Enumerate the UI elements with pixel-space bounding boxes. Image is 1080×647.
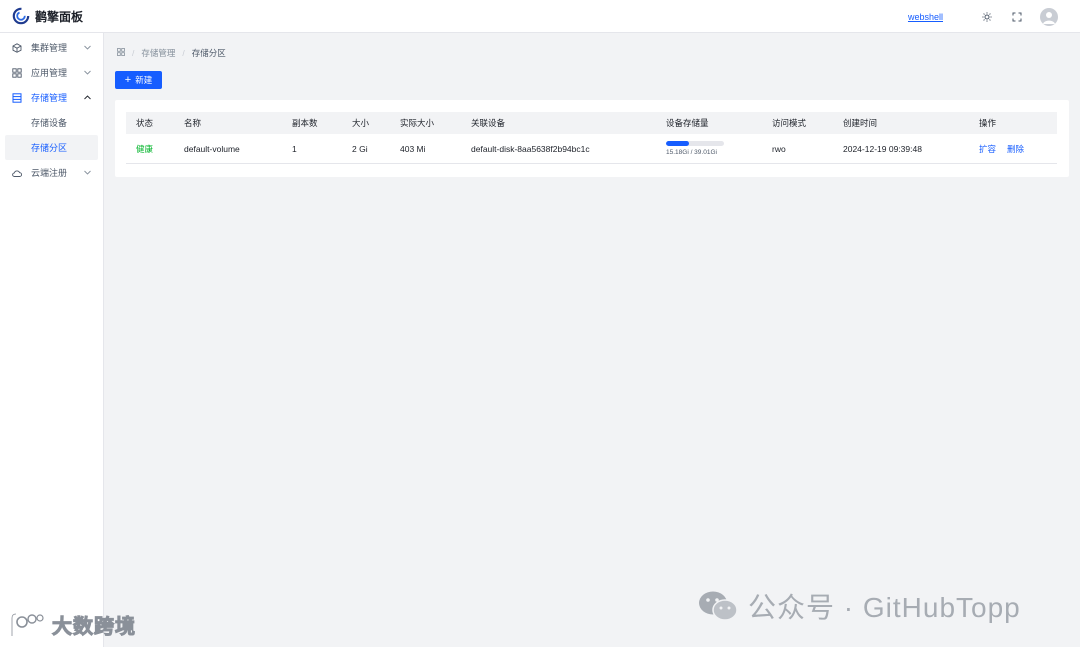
cell-actions: 扩容 删除 [979,134,1024,163]
storage-usage-text: 15.18Gi / 39.01Gi [666,149,717,156]
sidebar-subitem-label: 存储分区 [31,143,68,153]
header-access-mode: 访问模式 [772,118,807,128]
table-header: 状态 名称 副本数 大小 实际大小 关联设备 设备存储量 访问模式 创建时间 操… [126,112,1057,134]
status-badge: 健康 [136,143,154,154]
expand-button[interactable]: 扩容 [979,143,996,155]
watermark-left-text: 大数跨境 [52,616,136,639]
partition-table-card: 状态 名称 副本数 大小 实际大小 关联设备 设备存储量 访问模式 创建时间 操… [115,100,1069,177]
header-size: 大小 [352,118,370,128]
new-button[interactable]: + 新建 [115,71,162,89]
header-device-storage: 设备存储量 [666,118,709,128]
chevron-down-icon [83,168,91,176]
sidebar-subitem-label: 存储设备 [31,118,68,128]
sidebar-subitem-storage-devices[interactable]: 存储设备 [5,110,98,135]
sidebar-item-cloud-register[interactable]: 云端注册 [0,160,103,185]
cloud-icon [12,168,22,178]
webshell-link[interactable]: webshell [908,12,943,22]
chevron-down-icon [83,68,91,76]
breadcrumb-separator: / [132,48,135,58]
breadcrumb-storage-management[interactable]: 存储管理 [141,47,175,59]
cell-replicas: 1 [292,143,297,154]
breadcrumb: / 存储管理 / 存储分区 [117,47,226,59]
sidebar-subitem-storage-partitions[interactable]: 存储分区 [5,135,98,160]
plus-icon: + [124,73,132,86]
watermark-right-text: 公众号 · GitHubTopp [748,592,1021,623]
cell-actual-size: 403 Mi [400,143,426,154]
fullscreen-icon [1012,12,1022,21]
storage-progress-fill [666,141,689,146]
sidebar-item-label: 应用管理 [31,68,68,78]
grid-icon [12,67,22,78]
cell-device: default-disk-8aa5638f2b94bc1c [471,143,590,154]
wechat-icon [698,589,740,623]
header-actions: 操作 [979,118,997,128]
top-header: 鹳擎面板 webshell [0,0,1080,33]
new-button-label: 新建 [135,75,153,85]
partition-table: 状态 名称 副本数 大小 实际大小 关联设备 设备存储量 访问模式 创建时间 操… [126,112,1057,164]
sidebar: 集群管理 应用管理 存储管理 存储设备 存储分区 云端注册 [0,33,104,647]
app-logo[interactable]: 鹳擎面板 [12,7,83,25]
breadcrumb-storage-partition: 存储分区 [191,48,226,58]
storage-progress-bar [666,141,724,146]
header-name: 名称 [184,118,202,128]
sidebar-item-label: 存储管理 [31,93,68,103]
sidebar-item-label: 云端注册 [31,168,68,178]
storage-icon [12,92,22,103]
cell-size: 2 Gi [352,143,368,154]
apps-grid-icon[interactable] [117,48,125,58]
chevron-up-icon [83,93,91,101]
watermark-right: 公众号 · GitHubTopp [698,586,1021,626]
header-device: 关联设备 [471,118,506,128]
header-status: 状态 [136,118,154,128]
breadcrumb-separator: / [182,48,185,58]
sun-icon [982,11,992,22]
delete-button[interactable]: 删除 [1007,143,1024,155]
table-row: 健康 default-volume 1 2 Gi 403 Mi default-… [126,134,1057,164]
header-created: 创建时间 [843,118,878,128]
cell-access-mode: rwo [772,143,786,154]
cell-name: default-volume [184,143,240,154]
theme-toggle-button[interactable] [972,0,1002,33]
header-actual-size: 实际大小 [400,118,435,128]
cube-icon [12,42,22,53]
cell-created: 2024-12-19 09:39:48 [843,143,922,154]
watermark-left: 大数跨境 [8,610,136,639]
fullscreen-button[interactable] [1002,0,1032,33]
chevron-down-icon [83,43,91,51]
user-icon [1043,11,1055,24]
watermark-logo-icon [10,612,44,636]
app-title: 鹳擎面板 [35,9,84,24]
sidebar-item-storage[interactable]: 存储管理 [0,85,103,110]
cell-device-storage: 15.18Gi / 39.01Gi [666,134,724,163]
user-avatar[interactable] [1040,7,1058,26]
sidebar-item-cluster[interactable]: 集群管理 [0,35,103,60]
header-replicas: 副本数 [292,118,318,128]
sidebar-item-apps[interactable]: 应用管理 [0,60,103,85]
sidebar-item-label: 集群管理 [31,43,68,53]
logo-icon [12,7,30,25]
